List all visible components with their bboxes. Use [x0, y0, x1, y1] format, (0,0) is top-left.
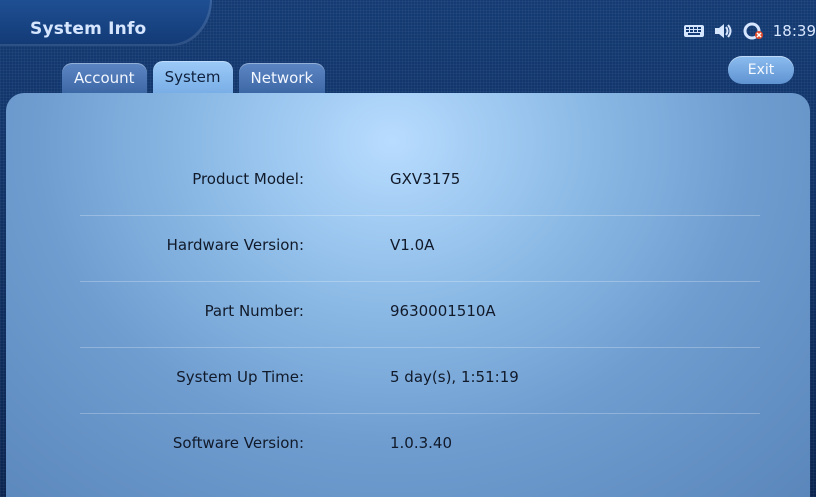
info-value: 5 day(s), 1:51:19 — [390, 368, 519, 386]
info-row-product-model: Product Model: GXV3175 — [80, 150, 760, 216]
info-label: Software Version: — [172, 434, 304, 452]
info-label: System Up Time: — [176, 368, 304, 386]
tab-account[interactable]: Account — [62, 63, 147, 93]
content-panel: Product Model: GXV3175 Hardware Version:… — [6, 93, 810, 497]
info-label: Hardware Version: — [166, 236, 304, 254]
info-value: V1.0A — [390, 236, 435, 254]
speaker-icon[interactable] — [713, 22, 735, 40]
info-value: GXV3175 — [390, 170, 461, 188]
page-title: System Info — [30, 19, 147, 39]
tab-bar: Account System Network — [62, 61, 326, 93]
keyboard-icon[interactable] — [683, 23, 705, 39]
info-row-software-version: Software Version: 1.0.3.40 — [80, 414, 760, 479]
tab-system[interactable]: System — [152, 61, 233, 93]
info-row-part-number: Part Number: 9630001510A — [80, 282, 760, 348]
info-list: Product Model: GXV3175 Hardware Version:… — [80, 150, 760, 479]
info-label: Product Model: — [192, 170, 304, 188]
connection-error-icon[interactable] — [743, 22, 765, 40]
status-bar: 18:39 — [683, 20, 816, 42]
info-value: 1.0.3.40 — [390, 434, 453, 452]
info-row-hardware-version: Hardware Version: V1.0A — [80, 216, 760, 282]
clock: 18:39 — [772, 22, 816, 40]
info-row-system-up-time: System Up Time: 5 day(s), 1:51:19 — [80, 348, 760, 414]
title-tab: System Info — [0, 0, 212, 46]
exit-button[interactable]: Exit — [728, 56, 794, 84]
info-label: Part Number: — [204, 302, 304, 320]
info-value: 9630001510A — [390, 302, 496, 320]
tab-network[interactable]: Network — [238, 63, 326, 93]
